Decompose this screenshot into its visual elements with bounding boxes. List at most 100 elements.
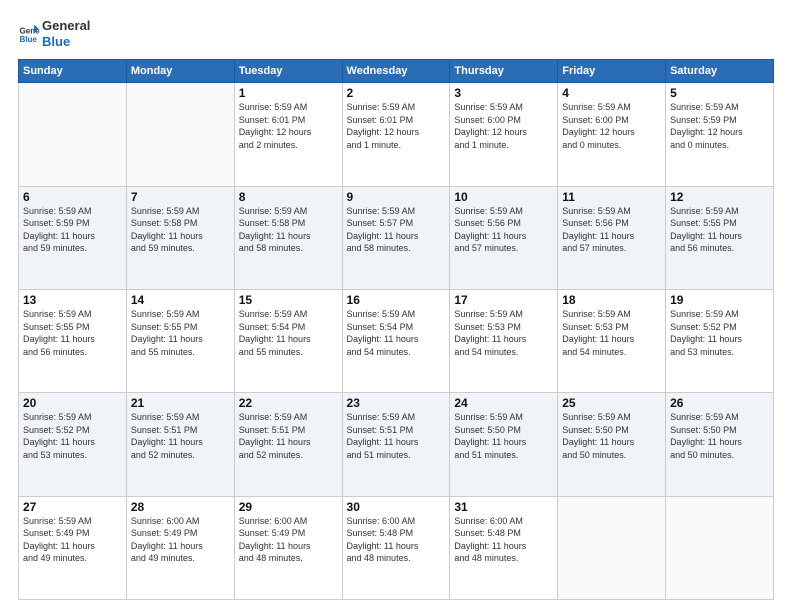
logo-text-line1: General (42, 18, 90, 34)
weekday-header: Friday (558, 60, 666, 83)
weekday-header: Thursday (450, 60, 558, 83)
day-info: Sunrise: 5:59 AM Sunset: 5:58 PM Dayligh… (239, 205, 338, 255)
calendar-cell: 13Sunrise: 5:59 AM Sunset: 5:55 PM Dayli… (19, 289, 127, 392)
calendar-cell: 31Sunrise: 6:00 AM Sunset: 5:48 PM Dayli… (450, 496, 558, 599)
day-number: 10 (454, 190, 553, 204)
day-info: Sunrise: 5:59 AM Sunset: 5:56 PM Dayligh… (562, 205, 661, 255)
day-number: 5 (670, 86, 769, 100)
day-info: Sunrise: 5:59 AM Sunset: 5:58 PM Dayligh… (131, 205, 230, 255)
calendar-cell: 5Sunrise: 5:59 AM Sunset: 5:59 PM Daylig… (666, 83, 774, 186)
calendar-cell: 26Sunrise: 5:59 AM Sunset: 5:50 PM Dayli… (666, 393, 774, 496)
day-number: 31 (454, 500, 553, 514)
calendar-cell: 18Sunrise: 5:59 AM Sunset: 5:53 PM Dayli… (558, 289, 666, 392)
day-number: 16 (347, 293, 446, 307)
day-number: 18 (562, 293, 661, 307)
day-number: 30 (347, 500, 446, 514)
calendar-cell: 25Sunrise: 5:59 AM Sunset: 5:50 PM Dayli… (558, 393, 666, 496)
weekday-header: Wednesday (342, 60, 450, 83)
logo: General Blue General Blue (18, 18, 90, 49)
day-number: 28 (131, 500, 230, 514)
calendar-header-row: SundayMondayTuesdayWednesdayThursdayFrid… (19, 60, 774, 83)
day-info: Sunrise: 5:59 AM Sunset: 5:52 PM Dayligh… (670, 308, 769, 358)
calendar-cell: 6Sunrise: 5:59 AM Sunset: 5:59 PM Daylig… (19, 186, 127, 289)
day-info: Sunrise: 5:59 AM Sunset: 5:55 PM Dayligh… (131, 308, 230, 358)
day-number: 1 (239, 86, 338, 100)
day-number: 27 (23, 500, 122, 514)
day-info: Sunrise: 5:59 AM Sunset: 5:54 PM Dayligh… (239, 308, 338, 358)
day-number: 15 (239, 293, 338, 307)
day-number: 11 (562, 190, 661, 204)
calendar-cell: 22Sunrise: 5:59 AM Sunset: 5:51 PM Dayli… (234, 393, 342, 496)
calendar-cell: 9Sunrise: 5:59 AM Sunset: 5:57 PM Daylig… (342, 186, 450, 289)
day-number: 19 (670, 293, 769, 307)
calendar-cell: 11Sunrise: 5:59 AM Sunset: 5:56 PM Dayli… (558, 186, 666, 289)
calendar-week-row: 6Sunrise: 5:59 AM Sunset: 5:59 PM Daylig… (19, 186, 774, 289)
calendar-cell: 30Sunrise: 6:00 AM Sunset: 5:48 PM Dayli… (342, 496, 450, 599)
day-number: 24 (454, 396, 553, 410)
day-number: 20 (23, 396, 122, 410)
calendar-week-row: 20Sunrise: 5:59 AM Sunset: 5:52 PM Dayli… (19, 393, 774, 496)
calendar-cell: 29Sunrise: 6:00 AM Sunset: 5:49 PM Dayli… (234, 496, 342, 599)
calendar-cell: 2Sunrise: 5:59 AM Sunset: 6:01 PM Daylig… (342, 83, 450, 186)
calendar-week-row: 27Sunrise: 5:59 AM Sunset: 5:49 PM Dayli… (19, 496, 774, 599)
day-number: 8 (239, 190, 338, 204)
day-info: Sunrise: 6:00 AM Sunset: 5:48 PM Dayligh… (347, 515, 446, 565)
calendar-cell: 19Sunrise: 5:59 AM Sunset: 5:52 PM Dayli… (666, 289, 774, 392)
calendar-week-row: 13 Sunrise: 5:59 AM Sunset: 5:55 PM Dayli… (19, 289, 774, 392)
logo-text-line2: Blue (42, 34, 90, 50)
day-info: Sunrise: 5:59 AM Sunset: 6:00 PM Dayligh… (454, 101, 553, 151)
day-info: Sunrise: 5:59 AM Sunset: 5:51 PM Dayligh… (347, 411, 446, 461)
day-info: Sunrise: 5:59 AM Sunset: 5:54 PM Dayligh… (347, 308, 446, 358)
day-info: Sunrise: 5:59 AM Sunset: 5:50 PM Dayligh… (454, 411, 553, 461)
day-info: Sunrise: 6:00 AM Sunset: 5:48 PM Dayligh… (454, 515, 553, 565)
day-info: Sunrise: 5:59 AM Sunset: 5:55 PM Dayligh… (670, 205, 769, 255)
calendar-cell: 24Sunrise: 5:59 AM Sunset: 5:50 PM Dayli… (450, 393, 558, 496)
day-number: 12 (670, 190, 769, 204)
calendar-cell: 23Sunrise: 5:59 AM Sunset: 5:51 PM Dayli… (342, 393, 450, 496)
day-number: 22 (239, 396, 338, 410)
weekday-header: Sunday (19, 60, 127, 83)
day-info: Sunrise: 6:00 AM Sunset: 5:49 PM Dayligh… (239, 515, 338, 565)
calendar-cell: 7Sunrise: 5:59 AM Sunset: 5:58 PM Daylig… (126, 186, 234, 289)
day-info: Sunrise: 5:59 AM Sunset: 5:50 PM Dayligh… (562, 411, 661, 461)
day-info: Sunrise: 5:59 AM Sunset: 5:49 PM Dayligh… (23, 515, 122, 565)
day-number: 9 (347, 190, 446, 204)
day-info: Sunrise: 5:59 AM Sunset: 5:51 PM Dayligh… (239, 411, 338, 461)
day-info: Sunrise: 5:59 AM Sunset: 6:01 PM Dayligh… (347, 101, 446, 151)
day-info: Sunrise: 5:59 AM Sunset: 5:59 PM Dayligh… (670, 101, 769, 151)
day-info: Sunrise: 5:59 AM Sunset: 5:59 PM Dayligh… (23, 205, 122, 255)
calendar-cell (666, 496, 774, 599)
page: General Blue General Blue SundayMondayTu… (0, 0, 792, 612)
day-info: Sunrise: 5:59 AM Sunset: 5:52 PM Dayligh… (23, 411, 122, 461)
calendar-cell (19, 83, 127, 186)
calendar-cell (126, 83, 234, 186)
day-number: 25 (562, 396, 661, 410)
calendar-cell: 4Sunrise: 5:59 AM Sunset: 6:00 PM Daylig… (558, 83, 666, 186)
day-number: 2 (347, 86, 446, 100)
svg-text:Blue: Blue (19, 35, 37, 44)
day-number: 7 (131, 190, 230, 204)
day-number: 23 (347, 396, 446, 410)
calendar-cell: 14Sunrise: 5:59 AM Sunset: 5:55 PM Dayli… (126, 289, 234, 392)
day-number: 29 (239, 500, 338, 514)
day-number: 3 (454, 86, 553, 100)
day-info: Sunrise: 5:59 AM Sunset: 5:53 PM Dayligh… (454, 308, 553, 358)
calendar-cell: 8Sunrise: 5:59 AM Sunset: 5:58 PM Daylig… (234, 186, 342, 289)
calendar-cell: 10Sunrise: 5:59 AM Sunset: 5:56 PM Dayli… (450, 186, 558, 289)
calendar-cell: 17Sunrise: 5:59 AM Sunset: 5:53 PM Dayli… (450, 289, 558, 392)
day-info: Sunrise: 6:00 AM Sunset: 5:49 PM Dayligh… (131, 515, 230, 565)
calendar-cell: 12Sunrise: 5:59 AM Sunset: 5:55 PM Dayli… (666, 186, 774, 289)
calendar-table: SundayMondayTuesdayWednesdayThursdayFrid… (18, 59, 774, 600)
calendar-cell: 21Sunrise: 5:59 AM Sunset: 5:51 PM Dayli… (126, 393, 234, 496)
calendar-cell: 28Sunrise: 6:00 AM Sunset: 5:49 PM Dayli… (126, 496, 234, 599)
logo-icon: General Blue (18, 23, 40, 45)
weekday-header: Tuesday (234, 60, 342, 83)
day-info: Sunrise: 5:59 AM Sunset: 6:01 PM Dayligh… (239, 101, 338, 151)
day-info: Sunrise: 5:59 AM Sunset: 6:00 PM Dayligh… (562, 101, 661, 151)
calendar-cell: 3Sunrise: 5:59 AM Sunset: 6:00 PM Daylig… (450, 83, 558, 186)
calendar-cell: 15Sunrise: 5:59 AM Sunset: 5:54 PM Dayli… (234, 289, 342, 392)
day-info: Sunrise: 5:59 AM Sunset: 5:56 PM Dayligh… (454, 205, 553, 255)
day-info: Sunrise: 5:59 AM Sunset: 5:57 PM Dayligh… (347, 205, 446, 255)
day-number: 13 (23, 293, 122, 307)
day-number: 26 (670, 396, 769, 410)
